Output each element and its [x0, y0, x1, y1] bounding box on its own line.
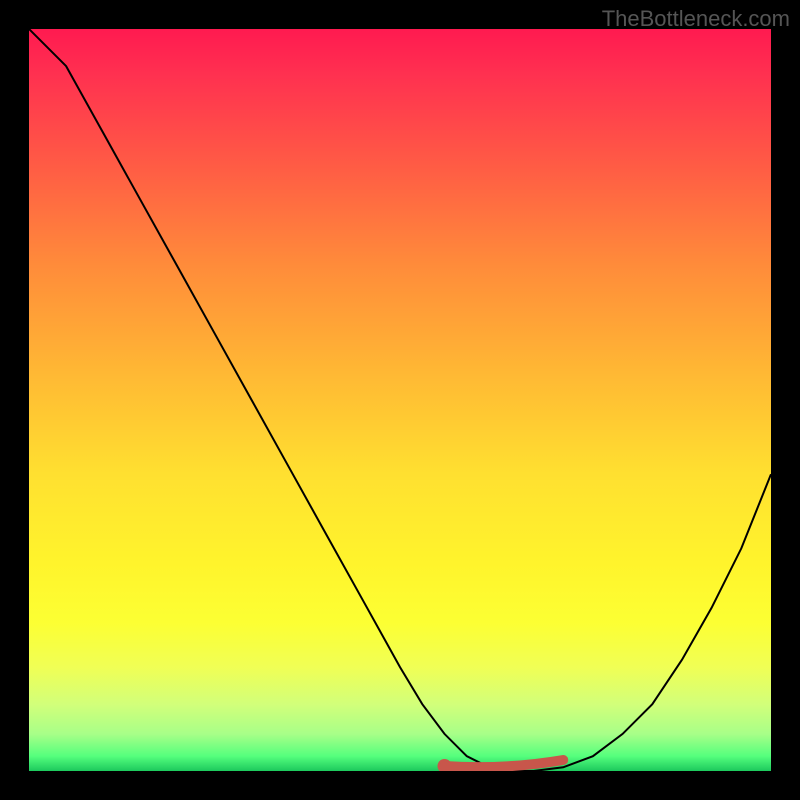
chart-svg [29, 29, 771, 771]
bottleneck-curve [29, 29, 771, 771]
highlight-range [445, 760, 564, 767]
plot-area [29, 29, 771, 771]
watermark-text: TheBottleneck.com [602, 6, 790, 32]
